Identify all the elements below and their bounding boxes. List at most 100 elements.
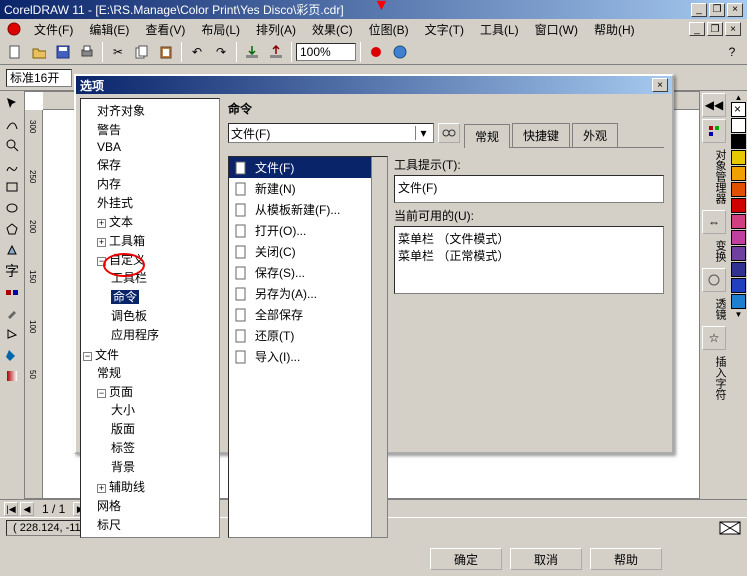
menu-window[interactable]: 窗口(W) xyxy=(531,19,582,40)
command-item[interactable]: 打开(O)... xyxy=(229,220,387,241)
menu-help[interactable]: 帮助(H) xyxy=(590,19,639,40)
list-item[interactable]: 菜单栏 （正常模式） xyxy=(398,247,660,264)
tree-item[interactable]: 外挂式 xyxy=(97,193,217,212)
vresize-down-icon[interactable]: ▼ xyxy=(374,2,390,10)
doc-close-button[interactable]: × xyxy=(725,22,741,36)
fill-indicator-icon[interactable] xyxy=(719,521,741,535)
collapse-icon[interactable]: − xyxy=(83,352,92,361)
expand-icon[interactable]: + xyxy=(97,484,106,493)
command-item[interactable]: 新建(N) xyxy=(229,178,387,199)
dialog-titlebar[interactable]: 选项 × xyxy=(76,76,672,94)
color-swatch[interactable] xyxy=(731,262,746,277)
tree-rulers[interactable]: 标尺 xyxy=(97,515,217,534)
ok-button[interactable]: 确定 xyxy=(430,548,502,570)
tree-label[interactable]: 标签 xyxy=(111,438,217,457)
docker-obj-mgr-label[interactable]: 对象管理器 xyxy=(702,145,728,208)
color-swatch[interactable] xyxy=(731,230,746,245)
color-swatch[interactable] xyxy=(731,214,746,229)
tree-text[interactable]: 文本 xyxy=(109,215,133,229)
ellipse-tool-icon[interactable] xyxy=(2,198,22,218)
tab-general[interactable]: 常规 xyxy=(464,124,510,148)
find-button[interactable] xyxy=(438,123,460,143)
tree-palette[interactable]: 调色板 xyxy=(111,306,217,325)
no-fill-swatch[interactable]: × xyxy=(731,102,746,117)
command-item[interactable]: 另存为(A)... xyxy=(229,283,387,304)
first-page-button[interactable]: |◀ xyxy=(4,502,18,516)
new-icon[interactable] xyxy=(4,41,26,63)
shape-tool-icon[interactable] xyxy=(2,114,22,134)
interactive-fill-icon[interactable] xyxy=(2,366,22,386)
polygon-tool-icon[interactable] xyxy=(2,219,22,239)
tree-general[interactable]: 常规 xyxy=(97,363,217,382)
export-icon[interactable] xyxy=(265,41,287,63)
docker-insert-char-label[interactable]: 插入字符 xyxy=(702,352,728,404)
color-swatch[interactable] xyxy=(731,118,746,133)
eyedropper-tool-icon[interactable] xyxy=(2,303,22,323)
close-button[interactable]: × xyxy=(727,3,743,17)
menu-file[interactable]: 文件(F) xyxy=(30,19,77,40)
menu-view[interactable]: 查看(V) xyxy=(141,19,189,40)
color-swatch[interactable] xyxy=(731,134,746,149)
color-swatch[interactable] xyxy=(731,166,746,181)
help-button[interactable]: 帮助 xyxy=(590,548,662,570)
rectangle-tool-icon[interactable] xyxy=(2,177,22,197)
tab-shortcut[interactable]: 快捷键 xyxy=(512,123,570,147)
minimize-button[interactable]: _ xyxy=(691,3,707,17)
docker-transform-label[interactable]: 变换 xyxy=(702,236,728,266)
tree-page[interactable]: 页面 xyxy=(109,385,133,399)
color-swatch[interactable] xyxy=(731,182,746,197)
paper-combo[interactable] xyxy=(6,69,72,87)
tree-toolbars[interactable]: 工具栏 xyxy=(111,268,217,287)
expand-icon[interactable]: + xyxy=(97,238,106,247)
tree-size[interactable]: 大小 xyxy=(111,400,217,419)
tab-appearance[interactable]: 外观 xyxy=(572,123,618,147)
menu-tools[interactable]: 工具(L) xyxy=(476,19,523,40)
menu-edit[interactable]: 编辑(E) xyxy=(85,19,133,40)
redo-icon[interactable]: ↷ xyxy=(210,41,232,63)
zoom-combo[interactable] xyxy=(296,43,356,61)
command-item[interactable]: 保存(S)... xyxy=(229,262,387,283)
collapse-icon[interactable]: − xyxy=(97,389,106,398)
command-item[interactable]: 从模板新建(F)... xyxy=(229,199,387,220)
copy-icon[interactable] xyxy=(131,41,153,63)
tree-customize[interactable]: 自定义 xyxy=(109,253,145,267)
save-icon[interactable] xyxy=(52,41,74,63)
dialog-close-button[interactable]: × xyxy=(652,78,668,92)
command-item[interactable]: 文件(F)▶ xyxy=(229,157,387,178)
collapse-icon[interactable]: − xyxy=(97,257,106,266)
docker-arrow-icon[interactable]: ◀◀ xyxy=(702,93,726,117)
cut-icon[interactable]: ✂ xyxy=(107,41,129,63)
internet-icon[interactable] xyxy=(389,41,411,63)
outline-tool-icon[interactable] xyxy=(2,324,22,344)
tree-apps[interactable]: 应用程序 xyxy=(111,325,217,344)
insert-char-icon[interactable]: ☆ xyxy=(702,326,726,350)
menu-effects[interactable]: 效果(C) xyxy=(308,19,357,40)
color-swatch[interactable] xyxy=(731,294,746,309)
text-tool-icon[interactable]: 字 xyxy=(2,261,22,281)
doc-minimize-button[interactable]: _ xyxy=(689,22,705,36)
tooltip-field[interactable]: 文件(F) xyxy=(394,175,664,203)
obj-mgr-icon[interactable] xyxy=(702,119,726,143)
paste-icon[interactable] xyxy=(155,41,177,63)
open-icon[interactable] xyxy=(28,41,50,63)
menu-text[interactable]: 文字(T) xyxy=(421,19,468,40)
command-list[interactable]: 文件(F)▶新建(N)从模板新建(F)...打开(O)...关闭(C)保存(S)… xyxy=(228,156,388,538)
scrollbar[interactable] xyxy=(371,157,387,537)
available-list[interactable]: 菜单栏 （文件模式） 菜单栏 （正常模式） xyxy=(394,226,664,294)
color-swatch[interactable] xyxy=(731,198,746,213)
cancel-button[interactable]: 取消 xyxy=(510,548,582,570)
context-help-icon[interactable]: ? xyxy=(721,41,743,63)
shapes-tool-icon[interactable] xyxy=(2,240,22,260)
command-item[interactable]: 还原(T) xyxy=(229,325,387,346)
tree-toolbox[interactable]: 工具箱 xyxy=(109,234,145,248)
palette-up-icon[interactable]: ▲ xyxy=(730,93,747,102)
tree-item[interactable]: 对齐对象 xyxy=(97,101,217,120)
app-launcher-icon[interactable] xyxy=(365,41,387,63)
lens-icon[interactable] xyxy=(702,268,726,292)
palette-down-icon[interactable]: ▼ xyxy=(730,310,747,319)
color-swatch[interactable] xyxy=(731,278,746,293)
docker-lens-label[interactable]: 透镜 xyxy=(702,294,728,324)
import-icon[interactable] xyxy=(241,41,263,63)
color-swatch[interactable] xyxy=(731,246,746,261)
doc-restore-button[interactable]: ❐ xyxy=(707,22,723,36)
